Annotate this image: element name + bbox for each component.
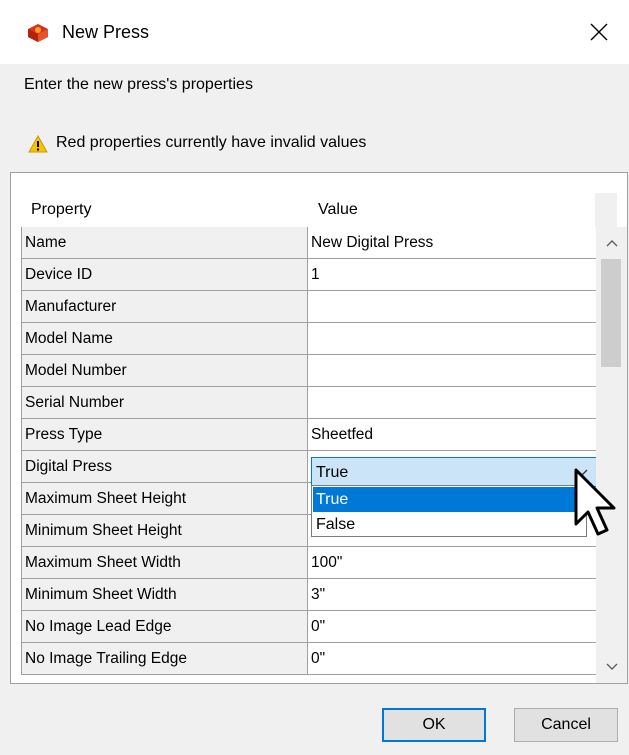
window-title: New Press [62,22,150,42]
property-value-cell[interactable] [308,323,606,355]
property-name-cell[interactable]: Maximum Sheet Height [21,483,308,515]
ok-button[interactable]: OK [382,708,486,742]
property-name-cell[interactable]: No Image Trailing Edge [21,643,308,675]
property-name-cell[interactable]: Minimum Sheet Width [21,579,308,611]
table-row: Serial Number [21,387,606,419]
property-name: Minimum Sheet Width [25,586,177,603]
property-name: Maximum Sheet Width [25,554,181,571]
property-name-cell[interactable]: Minimum Sheet Height [21,515,308,547]
property-name: Model Number [25,362,127,379]
chevron-down-icon [606,663,618,670]
table-row: No Image Trailing Edge 0" [21,643,606,675]
header-property[interactable]: Property [21,193,309,227]
press-app-icon [28,24,48,42]
property-name: Minimum Sheet Height [25,522,182,539]
property-name-cell[interactable]: Press Type [21,419,308,451]
property-name: No Image Lead Edge [25,618,172,635]
table-row: Model Number [21,355,606,387]
mouse-pointer-icon [574,468,616,536]
digital-press-selected-value: True [316,464,349,481]
vertical-scrollbar[interactable] [596,227,627,683]
close-icon [590,23,608,41]
chevron-up-icon [606,240,618,247]
dropdown-option-false[interactable]: False [313,512,585,537]
property-name: Digital Press [25,458,112,475]
property-name: Maximum Sheet Height [25,490,187,507]
property-value-cell[interactable]: Sheetfed [308,419,606,451]
table-row: Manufacturer [21,291,606,323]
property-name-cell[interactable]: Serial Number [21,387,308,419]
cancel-button[interactable]: Cancel [514,708,618,742]
property-value: 3" [311,586,326,603]
property-name: Manufacturer [25,298,117,315]
property-name: Model Name [25,330,113,347]
table-row: Model Name [21,323,606,355]
warning-icon [28,135,48,153]
table-row: Minimum Sheet Width 3" [21,579,606,611]
property-name: Press Type [25,426,103,443]
grid-header: Property Value [21,193,606,227]
property-name-cell[interactable]: Digital Press [21,451,308,483]
digital-press-select[interactable]: True [311,457,597,487]
property-value: 100" [311,554,343,571]
scroll-down-button[interactable] [596,651,627,683]
table-row: Name New Digital Press [21,227,606,259]
warning-text: Red properties currently have invalid va… [56,134,367,151]
property-value-cell[interactable]: 3" [308,579,606,611]
property-name-cell[interactable]: No Image Lead Edge [21,611,308,643]
table-row: Maximum Sheet Width 100" [21,547,606,579]
title-bar: New Press [0,0,629,64]
property-name: Name [25,234,67,251]
property-name: Serial Number [25,394,125,411]
property-name-cell[interactable]: Model Number [21,355,308,387]
close-button[interactable] [569,0,629,64]
property-value-cell[interactable]: 1 [308,259,606,291]
property-name-cell[interactable]: Device ID [21,259,308,291]
property-name-cell[interactable]: Manufacturer [21,291,308,323]
property-value-cell[interactable] [308,291,606,323]
property-value-cell[interactable]: 0" [308,611,606,643]
property-value: 0" [311,618,326,635]
property-value: 1 [311,266,320,283]
dropdown-option-label: False [316,516,356,533]
table-row: Device ID 1 [21,259,606,291]
property-name-cell[interactable]: Model Name [21,323,308,355]
header-value-label: Value [318,201,358,218]
scroll-thumb[interactable] [601,259,621,367]
property-name-cell[interactable]: Maximum Sheet Width [21,547,308,579]
header-property-label: Property [31,201,92,218]
property-value-cell[interactable]: 0" [308,643,606,675]
dialog-instructions: Enter the new press's properties [24,76,253,93]
digital-press-dropdown-list: True False [311,485,587,537]
dropdown-option-true[interactable]: True [313,487,585,512]
property-value-cell[interactable] [308,387,606,419]
header-value[interactable]: Value [308,193,606,227]
table-row: Press Type Sheetfed [21,419,606,451]
property-value: New Digital Press [311,234,434,251]
property-value-cell[interactable]: New Digital Press [308,227,606,259]
header-corner [595,193,617,227]
property-value: Sheetfed [311,426,374,443]
property-name: Device ID [25,266,93,283]
property-name-cell[interactable]: Name [21,227,308,259]
property-grid: Property Value Name New Digital Press De… [10,172,628,684]
property-value-cell[interactable]: 100" [308,547,606,579]
scroll-up-button[interactable] [596,227,627,259]
dropdown-option-label: True [316,491,349,508]
property-name: No Image Trailing Edge [25,650,187,667]
property-value-cell[interactable] [308,355,606,387]
property-value: 0" [311,650,326,667]
table-row: No Image Lead Edge 0" [21,611,606,643]
